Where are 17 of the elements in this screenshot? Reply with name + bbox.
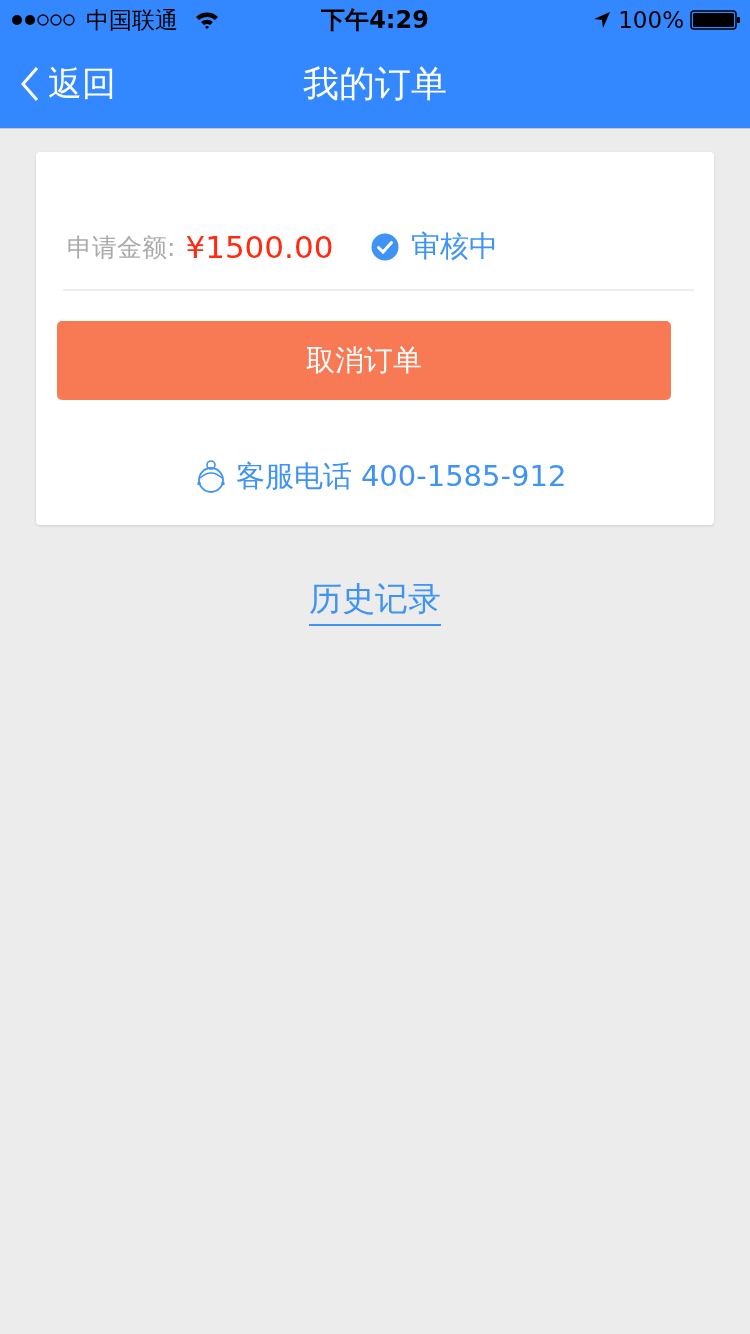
person-icon	[195, 460, 226, 494]
service-phone-link[interactable]: 客服电话 400-1585-912	[235, 457, 567, 497]
chevron-left-icon	[20, 66, 40, 102]
wifi-icon	[194, 10, 220, 30]
battery-percent: 100%	[618, 7, 684, 33]
status-time: 下午4:29	[321, 5, 429, 36]
order-status: 审核中	[411, 228, 499, 265]
carrier-name: 中国联通	[86, 5, 178, 35]
amount-label: 申请金额:	[67, 231, 176, 264]
check-circle-icon	[371, 233, 400, 261]
history-link[interactable]: 历史记录	[309, 577, 441, 626]
battery-icon	[690, 9, 742, 31]
amount-value: ¥1500.00	[185, 229, 334, 265]
page-title: 我的订单	[303, 61, 447, 106]
location-arrow-icon	[592, 10, 613, 30]
back-button[interactable]: 返回	[20, 61, 116, 107]
cancel-order-button[interactable]: 取消订单	[57, 321, 671, 400]
